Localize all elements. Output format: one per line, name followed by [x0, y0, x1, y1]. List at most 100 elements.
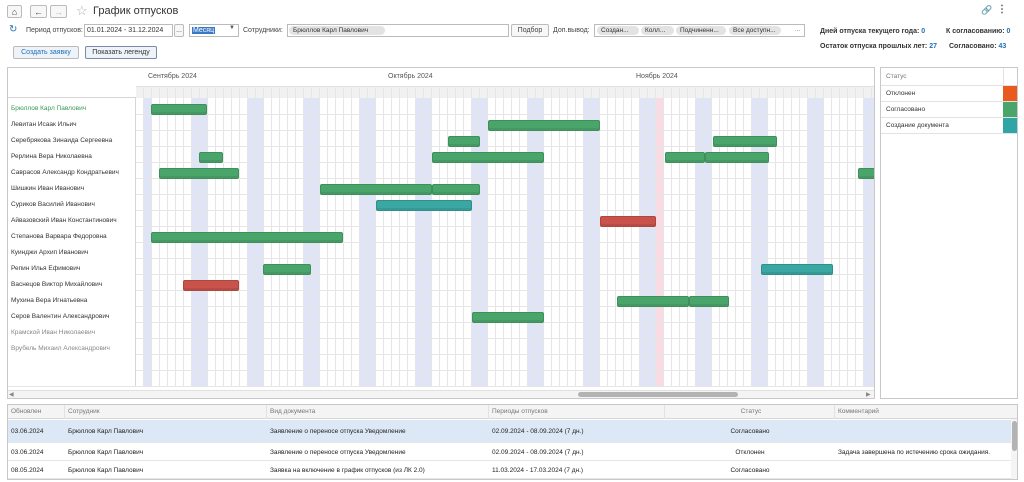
column-header-status[interactable]: Статус	[665, 405, 835, 419]
employee-chip[interactable]: Брюллов Карл Павлович	[289, 26, 385, 35]
vacation-timeline[interactable]: Сентябрь 2024 Октябрь 2024 Ноябрь 2024 Б…	[7, 67, 875, 399]
cell-period: 02.09.2024 - 08.09.2024 (7 дн.)	[492, 428, 584, 435]
remaining-stat: Остаток отпуска прошлых лет: 27	[820, 43, 937, 50]
favorite-star-icon[interactable]: ☆	[76, 3, 88, 19]
forward-button[interactable]: →	[50, 5, 67, 18]
select-employees-button[interactable]: Подбор	[511, 24, 549, 37]
vacation-bar[interactable]	[761, 264, 833, 275]
create-request-button[interactable]: Создать заявку	[13, 46, 79, 59]
table-row[interactable]: 08.05.2024 Брюллов Карл Павлович Заявка …	[8, 462, 1011, 479]
employee-name[interactable]: Брюллов Карл Павлович	[11, 101, 86, 117]
grid-line	[863, 86, 864, 386]
vacation-bar[interactable]	[665, 152, 705, 163]
period-select-button[interactable]: ...	[174, 24, 184, 37]
table-row[interactable]: 03.06.2024 Брюллов Карл Павлович Заявлен…	[8, 444, 1011, 461]
column-header-employee[interactable]: Сотрудник	[65, 405, 267, 419]
home-button[interactable]: ⌂	[7, 5, 22, 18]
scale-value: Месяц	[192, 27, 216, 34]
scroll-left-arrow-icon[interactable]: ◀	[9, 391, 14, 398]
employee-name[interactable]: Саврасов Александр Кондратьевич	[11, 165, 119, 181]
grid-line	[607, 86, 608, 386]
employee-name[interactable]: Куинджи Архип Иванович	[11, 245, 88, 261]
scrollbar-thumb[interactable]	[578, 392, 738, 397]
vacation-bar[interactable]	[376, 200, 472, 211]
scroll-right-arrow-icon[interactable]: ▶	[866, 391, 871, 398]
employee-name[interactable]: Крамской Иван Николаевич	[11, 325, 95, 341]
vacation-bar[interactable]	[472, 312, 544, 323]
grid-line	[727, 86, 728, 386]
grid-line	[439, 86, 440, 386]
employee-name[interactable]: Врубель Михаил Александрович	[11, 341, 110, 357]
extra-chip-created[interactable]: Создан...	[597, 26, 639, 35]
employee-name[interactable]: Репин Илья Ефимович	[11, 261, 80, 277]
status-legend: Статус Отклонен Согласовано Создание док…	[880, 67, 1018, 399]
employee-name[interactable]: Серебрякова Зинаида Сергеевна	[11, 133, 112, 149]
extra-chip-all[interactable]: Все доступн...	[729, 26, 781, 35]
row-line	[8, 226, 874, 227]
vacation-bar[interactable]	[159, 168, 239, 179]
vacation-bar[interactable]	[183, 280, 239, 291]
grid-line	[591, 86, 592, 386]
column-header-updated[interactable]: Обновлен	[8, 405, 65, 419]
table-row[interactable]: 03.06.2024 Брюллов Карл Павлович Заявлен…	[8, 420, 1011, 443]
column-header-doc-type[interactable]: Вид документа	[267, 405, 489, 419]
vacation-bar[interactable]	[713, 136, 777, 147]
vacation-bar[interactable]	[432, 152, 544, 163]
back-button[interactable]: ←	[30, 5, 47, 18]
column-header-periods[interactable]: Периоды отпусков	[489, 405, 665, 419]
vacation-bar[interactable]	[432, 184, 480, 195]
employee-name[interactable]: Левитан Исаак Ильич	[11, 117, 77, 133]
grid-line	[655, 86, 656, 386]
employee-name[interactable]: Степанова Варвара Федоровна	[11, 229, 107, 245]
vacation-bar[interactable]	[151, 232, 343, 243]
extra-output-button[interactable]: ...	[795, 27, 800, 33]
grid-line	[407, 86, 408, 386]
vacation-bar[interactable]	[199, 152, 223, 163]
employee-name[interactable]: Айвазовский Иван Константинович	[11, 213, 117, 229]
show-legend-button[interactable]: Показать легенду	[85, 46, 157, 59]
table-scrollbar-thumb[interactable]	[1012, 421, 1017, 451]
row-line	[8, 178, 874, 179]
more-menu-icon[interactable]: ⋮	[997, 4, 1007, 15]
column-header-comment[interactable]: Комментарий	[835, 405, 1011, 419]
cell-employee: Брюллов Карл Павлович	[68, 467, 144, 474]
grid-line	[383, 86, 384, 386]
chevron-down-icon[interactable]: ▼	[229, 25, 235, 31]
employee-name[interactable]: Мухина Вера Игнатьевна	[11, 293, 87, 309]
grid-line	[583, 86, 584, 386]
vacation-bar[interactable]	[600, 216, 656, 227]
link-icon[interactable]: 🔗	[981, 5, 992, 16]
employee-name[interactable]: Васнецов Виктор Михайлович	[11, 277, 102, 293]
employee-name[interactable]: Шишкин Иван Иванович	[11, 181, 84, 197]
vacation-bar[interactable]	[689, 296, 729, 307]
employee-name[interactable]: Серов Валентин Александрович	[11, 309, 109, 325]
cell-updated: 03.06.2024	[11, 449, 44, 456]
grid-line	[855, 86, 856, 386]
refresh-icon[interactable]: ↻	[9, 24, 17, 35]
grid-line	[535, 86, 536, 386]
vacation-bar[interactable]	[263, 264, 311, 275]
period-input[interactable]: 01.01.2024 - 31.12.2024	[84, 24, 173, 37]
vacation-bar[interactable]	[320, 184, 432, 195]
legend-item-rejected: Отклонен	[881, 86, 1017, 102]
grid-line	[791, 86, 792, 386]
grid-line	[511, 86, 512, 386]
employee-name[interactable]: Суриков Василий Иванович	[11, 197, 95, 213]
table-scrollbar[interactable]	[1011, 419, 1017, 479]
grid-line	[495, 86, 496, 386]
vacation-bar[interactable]	[705, 152, 769, 163]
vacation-bar[interactable]	[151, 104, 207, 115]
cell-period: 02.09.2024 - 08.09.2024 (7 дн.)	[492, 449, 584, 456]
extra-chip-colleagues[interactable]: Колл...	[641, 26, 674, 35]
timeline-scrollbar[interactable]: ◀ ▶	[8, 390, 874, 398]
vacation-bar[interactable]	[617, 296, 689, 307]
extra-chip-subordinates[interactable]: Подчиненн...	[676, 26, 726, 35]
grid-line	[639, 86, 640, 386]
grid-line	[447, 86, 448, 386]
employee-name[interactable]: Рерлина Вера Николаевна	[11, 149, 92, 165]
documents-table[interactable]: Обновлен Сотрудник Вид документа Периоды…	[7, 404, 1018, 480]
grid-line	[343, 86, 344, 386]
vacation-bar[interactable]	[858, 168, 874, 179]
vacation-bar[interactable]	[448, 136, 480, 147]
vacation-bar[interactable]	[488, 120, 600, 131]
